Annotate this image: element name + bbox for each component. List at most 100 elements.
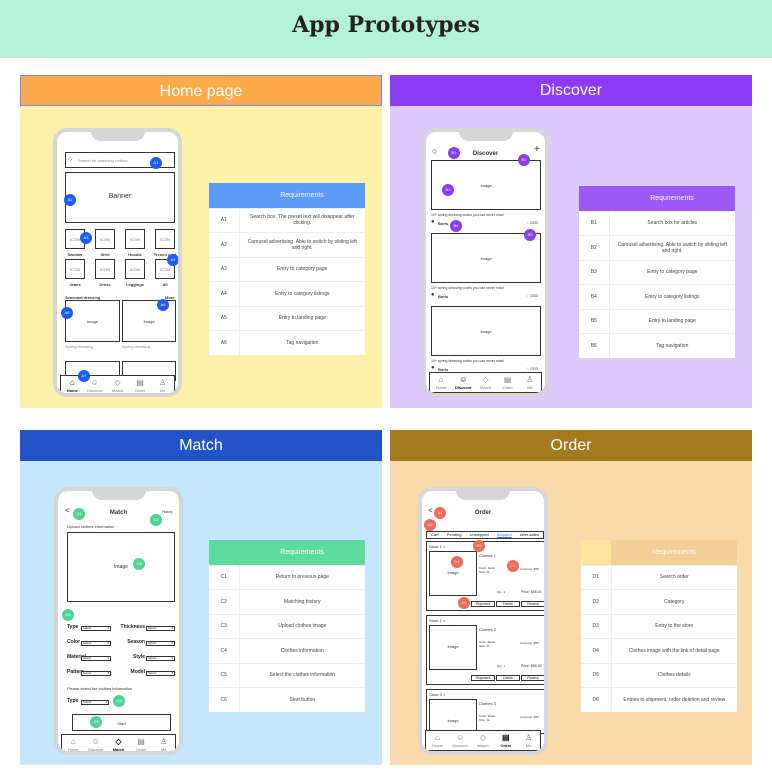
store-link[interactable]: Store 3 > (429, 692, 445, 697)
field-select[interactable]: Select (81, 626, 111, 631)
annotation-badge: C5 (113, 695, 125, 707)
image-label: Image (480, 329, 492, 334)
requirements-table: Requirements A1 Search box. The preset tex… (209, 183, 365, 355)
nav-item-order[interactable]: ▤ Order (129, 376, 152, 393)
nav-item-discover[interactable]: ☺ Discover (449, 731, 472, 750)
list-price: List price: $55 (520, 641, 539, 645)
requirement-id: C6 (209, 687, 240, 712)
nav-label: Discover (88, 747, 104, 752)
article-image[interactable]: Image (431, 306, 541, 356)
field-select[interactable]: Select (81, 671, 111, 676)
delete-button[interactable]: Delete (496, 675, 520, 681)
article-image[interactable]: Image (431, 233, 541, 283)
nav-item-match[interactable]: ◇ Match (106, 376, 129, 393)
nav-label: Order (502, 385, 513, 390)
article-title[interactable]: 10+ spring dressing codes you can never … (431, 213, 504, 217)
requirement-id: A1 (209, 207, 240, 233)
like-icon[interactable]: ♡ (526, 221, 529, 225)
article-title[interactable]: 10+ spring dressing codes you can never … (431, 286, 504, 290)
review-button[interactable]: Review (521, 601, 544, 607)
clothes-image[interactable]: Image (429, 625, 477, 670)
nav-item-home[interactable]: ⌂ Home (430, 373, 452, 392)
order-tab[interactable]: Unshipped (470, 532, 489, 538)
quantity: Qty: 1 (497, 664, 506, 668)
nav-item-me[interactable]: ♙ Me (517, 731, 540, 750)
nav-item-home[interactable]: ⌂ Home (426, 731, 449, 750)
nav-item-discover[interactable]: ☺ Discover (452, 373, 474, 392)
store-card: Store 1 > Image Clothes 1 Color: black Size:… (426, 541, 544, 611)
upload-image[interactable]: Image (67, 532, 175, 602)
shipment-button[interactable]: Shipment (471, 601, 495, 607)
clothes-name[interactable]: Clothes 1 (479, 553, 496, 558)
image-card[interactable]: Image (65, 300, 120, 342)
requirement-id: D3 (581, 613, 612, 639)
field-select[interactable]: Select (146, 641, 175, 646)
home-icon: ⌂ (434, 733, 440, 742)
field-label: Season (127, 639, 145, 645)
category-icon[interactable]: ICON (125, 229, 145, 249)
order-phone: < Order Cart Pending Unshipped Shipped After… (418, 487, 548, 755)
order-tab[interactable]: Pending (447, 532, 462, 538)
nav-label: Match (112, 388, 123, 393)
category-icon[interactable]: ICON (125, 259, 145, 279)
nav-item-order[interactable]: ▤ Order (497, 373, 519, 392)
nav-item-me[interactable]: ♙ Me (519, 373, 541, 392)
requirement-id: A5 (209, 305, 240, 331)
table-row: C5 Select the clothes information (209, 662, 365, 688)
quantity: Qty: 1 (497, 590, 506, 594)
nav-item-discover[interactable]: ☺ Discover (85, 735, 108, 752)
category-icon[interactable]: ICON (95, 229, 115, 249)
store-link[interactable]: Store 1 > (429, 544, 445, 549)
clothes-name[interactable]: Clothes 2 (479, 627, 496, 632)
match-panel-title: Match (20, 430, 382, 461)
clothes-size: Size: XL (479, 644, 491, 648)
requirement-text: Search order (611, 564, 737, 590)
history-link[interactable]: History (162, 510, 173, 514)
nav-item-match[interactable]: ◇ Match (474, 373, 496, 392)
category-icon[interactable]: ICON (155, 229, 175, 249)
field-select[interactable]: Select (146, 656, 175, 661)
nav-item-order[interactable]: ▤ Order (494, 731, 517, 750)
article-title[interactable]: 10+ spring dressing codes you can never … (431, 359, 504, 363)
nav-item-home[interactable]: ⌂ Home (62, 735, 85, 751)
review-button[interactable]: Review (521, 675, 544, 681)
nav-item-match[interactable]: ◇ Match (472, 731, 495, 750)
annotation-badge: D3 (473, 540, 485, 552)
like-icon[interactable]: ♡ (526, 294, 529, 298)
table-row: C6 Start button (209, 687, 365, 712)
search-icon: ○ (68, 156, 73, 163)
add-icon[interactable]: + (534, 144, 540, 155)
order-icon: ▤ (502, 733, 510, 742)
nav-label: Home (66, 388, 78, 393)
order-tab[interactable]: After-sales (520, 532, 539, 538)
start-button[interactable]: Start (72, 714, 171, 731)
field-select[interactable]: Select (146, 671, 175, 676)
nav-label: Discover (452, 743, 468, 748)
annotation-badge: A2 (64, 194, 76, 206)
delete-button[interactable]: Delete (496, 601, 520, 607)
order-tab[interactable]: Cart (431, 532, 439, 538)
nav-label: Home (435, 385, 447, 390)
nav-item-me[interactable]: ♙ Me (151, 376, 174, 393)
nav-item-match[interactable]: ◇ Match (107, 735, 130, 751)
type-select[interactable]: Select (81, 700, 109, 705)
store-link[interactable]: Store 2 > (429, 618, 445, 623)
nav-item-order[interactable]: ▤ Order (130, 735, 153, 751)
category-label[interactable]: All (147, 282, 178, 287)
nav-item-me[interactable]: ♙ Me (152, 735, 175, 751)
field-select[interactable]: Select (81, 656, 111, 661)
like-icon[interactable]: ♡ (526, 367, 529, 371)
field-select[interactable]: Select (146, 626, 175, 631)
field-select[interactable]: Select (81, 641, 111, 646)
like-count: 2333 (530, 367, 538, 371)
shipment-button[interactable]: Shipment (471, 675, 495, 681)
nav-label: Order (134, 388, 146, 393)
requirement-id: A6 (209, 330, 240, 355)
nav-label: Home (432, 743, 443, 748)
table-row: C3 Upload clothes image (209, 613, 365, 639)
category-icon[interactable]: ICON (65, 259, 85, 279)
order-tab[interactable]: Shipped (497, 532, 512, 538)
banner[interactable]: Banner (65, 172, 175, 223)
clothes-name[interactable]: Clothes 3 (479, 701, 496, 706)
category-icon[interactable]: ICON (95, 259, 115, 279)
